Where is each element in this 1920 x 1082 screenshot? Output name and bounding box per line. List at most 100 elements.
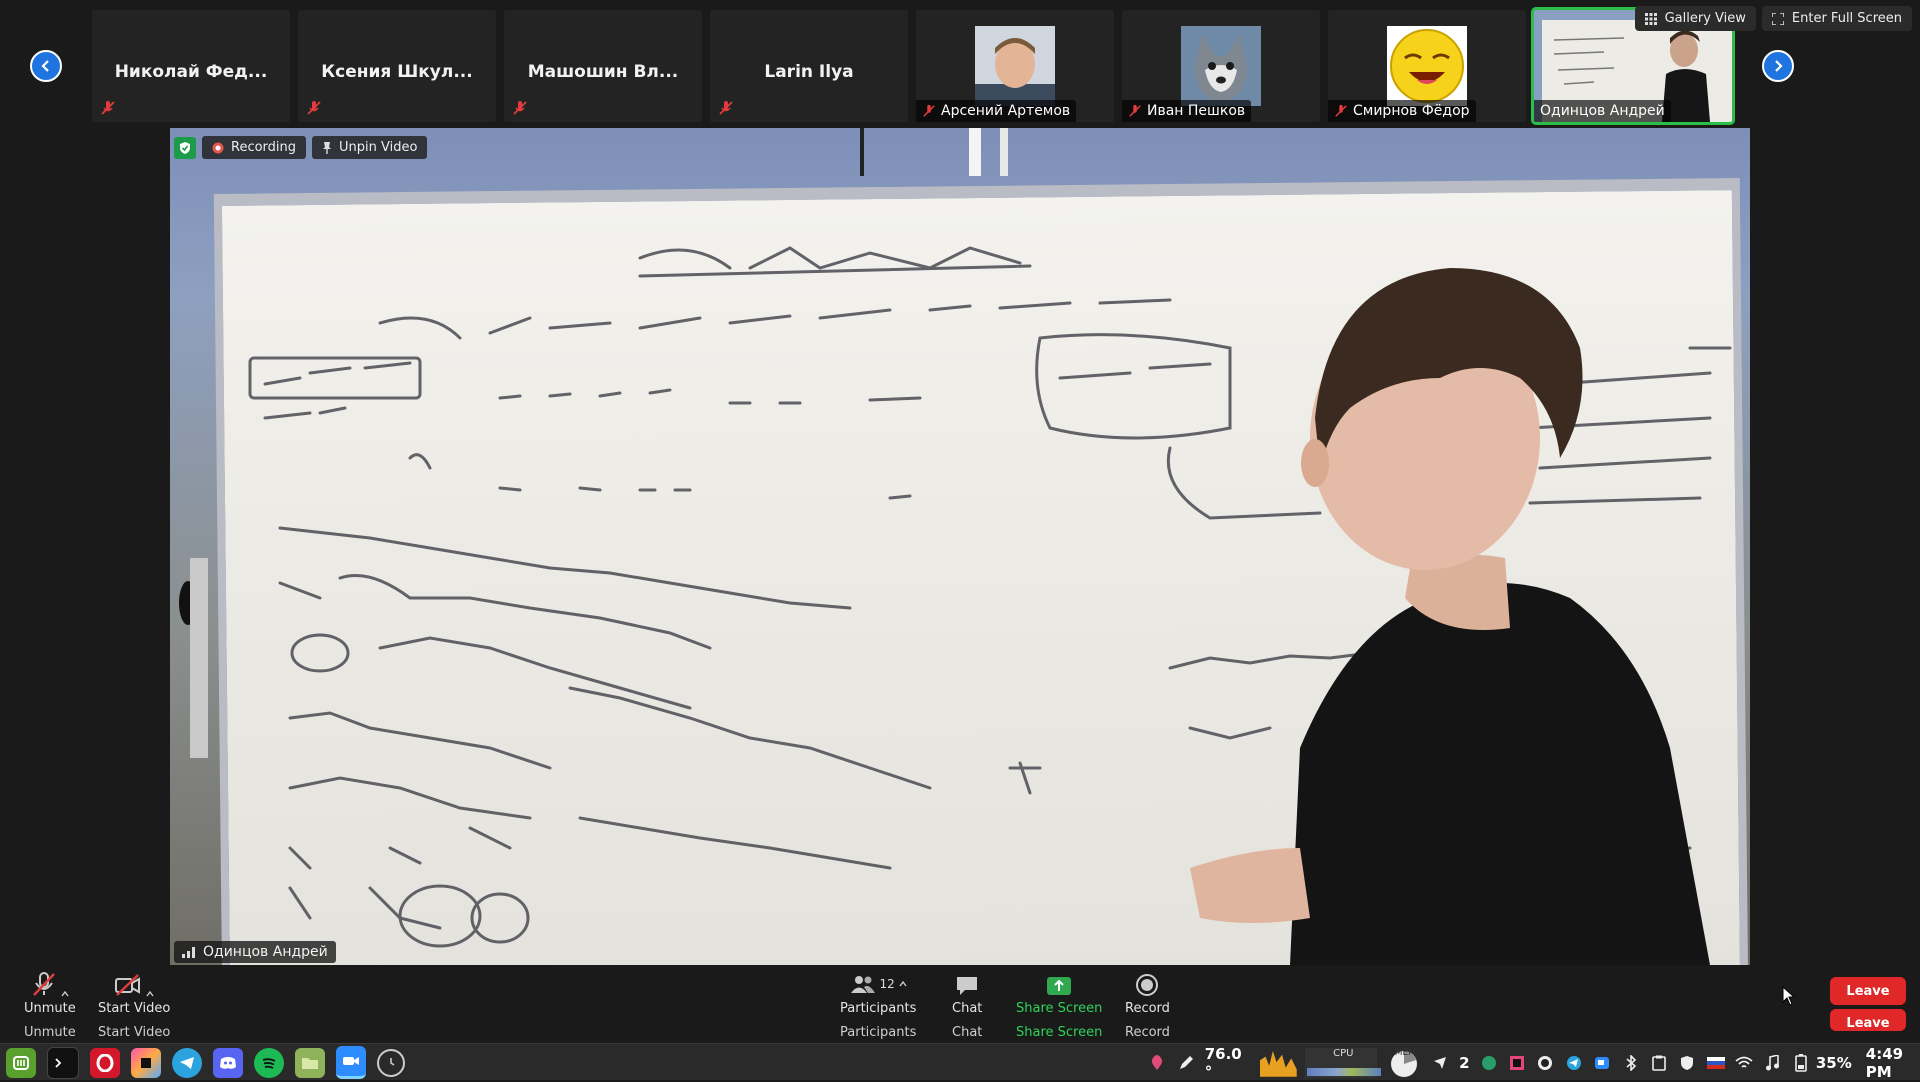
share-screen-button[interactable]: Share Screen Share Screen [1016,971,1102,1040]
prev-page-button[interactable] [30,50,62,82]
view-controls: Gallery View Enter Full Screen [1634,6,1912,31]
record-button[interactable]: Record Record [1125,971,1170,1040]
participant-tile[interactable]: Иван Пешков [1122,10,1320,122]
pencil-icon[interactable] [1176,1053,1194,1073]
unpin-video-button[interactable]: Unpin Video [312,136,428,159]
telegram-tray-icon[interactable] [1565,1053,1583,1073]
participant-name: Одинцов Андрей [1540,103,1665,119]
mint-menu-icon[interactable] [6,1047,36,1078]
share-screen-icon [1047,977,1072,995]
files-icon[interactable] [295,1047,325,1078]
participant-name-bar: Арсений Артемов [916,100,1077,122]
chat-label-duplicate: Chat [952,1025,983,1040]
recording-label: Recording [231,140,297,155]
os-taskbar: 76.0 ° CPU MEM 2 35% 4:49 PM [0,1043,1920,1081]
participant-tile[interactable]: Larin Ilya [710,10,908,122]
mic-muted-icon [923,104,935,117]
participant-tile[interactable]: Ксения Шкул... [298,10,496,122]
recording-indicator[interactable]: Recording [202,136,307,159]
temperature-readout: 76.0 ° [1204,1044,1242,1081]
unmute-button[interactable]: Unmute Unmute [24,971,76,1040]
caret-up-icon[interactable] [146,991,154,997]
mem-label: MEM [1394,1047,1416,1058]
participant-name: Ксения Шкул... [321,62,473,82]
participants-label-duplicate: Participants [840,1025,917,1040]
memory-monitor[interactable]: MEM [1387,1048,1421,1078]
zoom-icon[interactable] [336,1046,366,1079]
caret-up-icon[interactable] [61,991,69,997]
record-label-duplicate: Record [1125,1025,1170,1040]
discord-icon[interactable] [213,1047,243,1078]
spotify-icon[interactable] [254,1047,284,1078]
clock-app-icon[interactable] [377,1048,405,1077]
share-screen-label-duplicate: Share Screen [1016,1025,1103,1040]
jetbrains-icon[interactable] [131,1047,161,1078]
cpu-monitor[interactable]: CPU [1305,1047,1382,1078]
speaker-name-tag: Одинцов Андрей [174,941,336,963]
grid-icon [1644,12,1657,25]
participant-name-bar: Иван Пешков [1122,100,1252,122]
participant-name: Машошин Вл... [527,62,679,82]
music-note-icon[interactable] [1763,1053,1781,1073]
opera-icon[interactable] [90,1047,120,1078]
caret-up-icon[interactable] [899,981,907,987]
bluetooth-icon[interactable] [1621,1053,1639,1073]
mic-muted-icon [513,101,527,115]
location-pin-icon[interactable] [1148,1053,1166,1073]
mic-muted-icon [101,101,115,115]
encryption-shield-icon[interactable] [174,136,196,159]
wifi-icon[interactable] [1735,1053,1753,1073]
cpu-label: CPU [1333,1047,1354,1059]
jetbrains-toolbox-icon[interactable] [1508,1053,1526,1073]
expand-icon [1771,12,1784,25]
shield-tray-icon[interactable] [1678,1053,1696,1073]
record-icon [1136,974,1159,996]
unmute-label: Unmute [24,1001,76,1016]
avatar-photo [975,26,1055,106]
battery-icon[interactable] [1792,1053,1810,1073]
temperature-graph-icon [1260,1050,1298,1077]
video-off-icon [115,974,141,996]
battery-percent: 35% [1815,1053,1852,1072]
chevron-right-icon [1775,60,1783,72]
start-video-button[interactable]: Start Video Start Video [98,971,170,1040]
participant-tile[interactable]: Арсений Артемов [916,10,1114,122]
speaker-name: Одинцов Андрей [203,944,328,960]
record-label: Record [1125,1001,1170,1016]
mic-muted-icon [33,972,55,996]
telegram-icon[interactable] [172,1047,202,1078]
app-launcher-tray [6,1044,416,1081]
clipboard-icon[interactable] [1650,1053,1668,1073]
participant-tile[interactable]: Николай Фед... [92,10,290,122]
participant-tile[interactable]: Смирнов Фёдор [1328,10,1526,122]
notifications-icon[interactable] [1431,1053,1449,1073]
mouse-cursor-icon [1782,986,1796,1006]
meeting-toolbar: Unmute Unmute Start Video Start Video 12… [0,965,1920,1043]
full-screen-button[interactable]: Enter Full Screen [1761,6,1912,31]
main-video[interactable]: Recording Unpin Video Одинцов Андрей [170,128,1750,965]
globe-icon[interactable] [1480,1053,1498,1073]
participant-tile[interactable]: Машошин Вл... [504,10,702,122]
next-page-button[interactable] [1762,50,1794,82]
mic-muted-icon [1335,104,1347,117]
gallery-view-label: Gallery View [1664,11,1746,26]
participants-button[interactable]: 12 Participants Participants [840,971,916,1040]
leave-button[interactable]: Leave [1830,977,1906,1005]
mic-muted-icon [1129,104,1141,117]
keyboard-layout-flag-icon[interactable] [1706,1053,1725,1073]
participant-name: Иван Пешков [1147,103,1246,119]
mic-muted-icon [307,101,321,115]
signal-bars-icon [182,947,195,958]
pin-icon [323,141,332,154]
terminal-icon[interactable] [47,1046,79,1079]
chat-button[interactable]: Chat Chat [952,971,982,1040]
participants-icon [850,976,875,993]
obs-icon[interactable] [1536,1053,1554,1073]
gallery-view-button[interactable]: Gallery View [1634,6,1756,31]
participants-count: 12 [879,977,895,991]
clock-time[interactable]: 4:49 PM [1866,1045,1920,1081]
participant-name-bar: Смирнов Фёдор [1328,100,1476,122]
zoom-tray-icon[interactable] [1593,1053,1611,1073]
participant-name: Арсений Артемов [941,103,1071,119]
leave-button-duplicate: Leave [1830,1009,1906,1031]
